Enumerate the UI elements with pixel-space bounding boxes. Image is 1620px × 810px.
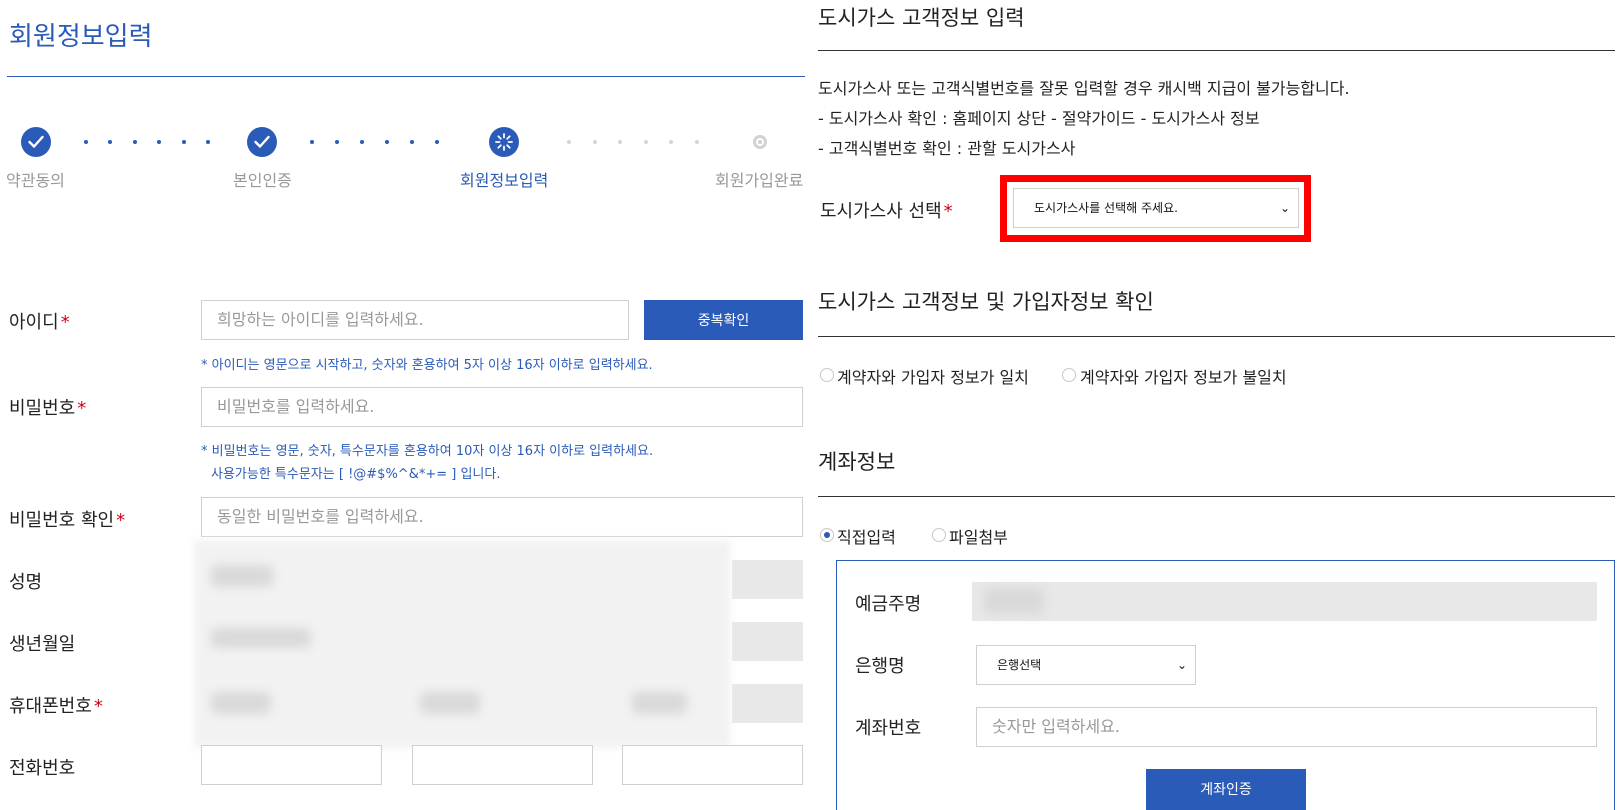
step-connector-dot (182, 140, 186, 144)
step-connector-dot (84, 140, 88, 144)
redacted-mobile-value (211, 692, 271, 714)
account-number-label: 계좌번호 (855, 718, 922, 739)
mobile-field (732, 684, 803, 723)
step-connector-dot (385, 140, 389, 144)
page-title: 회원정보입력 (9, 22, 153, 52)
step-connector-dot (335, 140, 339, 144)
password-hint: * 비밀번호는 영문, 숫자, 특수문자를 혼용하여 10자 이상 16자 이하… (201, 444, 654, 459)
bank-label: 은행명 (855, 656, 905, 677)
radio-info-mismatch-label[interactable]: 계약자와 가입자 정보가 불일치 (1080, 364, 1287, 388)
redacted-mobile-value (420, 692, 480, 714)
phone-input-1[interactable] (201, 745, 382, 785)
step-4-pending-icon (753, 135, 767, 149)
redacted-name-value (211, 565, 273, 587)
user-id-input[interactable]: 희망하는 아이디를 입력하세요. (201, 300, 629, 340)
step-label: 본인인증 (233, 171, 292, 190)
step-connector-dot (669, 140, 673, 144)
name-field (732, 560, 803, 599)
step-connector-dot (133, 140, 137, 144)
radio-direct-input[interactable] (820, 528, 834, 542)
account-section-divider (818, 496, 1615, 497)
radio-info-match[interactable] (820, 368, 834, 382)
chevron-down-icon: ⌄ (1176, 658, 1187, 672)
gas-notice-line: 도시가스사 또는 고객식별번호를 잘못 입력할 경우 캐시백 지급이 불가능합니… (818, 79, 1350, 98)
step-connector-dot (157, 140, 161, 144)
step-connector-dot (206, 140, 210, 144)
phone-label: 전화번호 (9, 758, 76, 779)
step-3-loading-icon (489, 127, 519, 157)
password-confirm-input[interactable]: 동일한 비밀번호를 입력하세요. (201, 497, 803, 537)
step-connector-dot (310, 140, 314, 144)
password-confirm-label: 비밀번호 확인 * (9, 510, 126, 531)
phone-input-3[interactable] (622, 745, 803, 785)
name-label: 성명 (9, 572, 43, 593)
step-1-check-icon (21, 127, 51, 157)
redacted-account-holder (984, 588, 1044, 614)
radio-file-attach[interactable] (932, 528, 946, 542)
gas-company-label: 도시가스사 선택 * (820, 201, 953, 222)
account-verify-button[interactable]: 계좌인증 (1146, 769, 1306, 810)
radio-info-match-label[interactable]: 계약자와 가입자 정보가 일치 (837, 364, 1029, 388)
step-label: 회원가입완료 (715, 171, 804, 190)
redacted-mobile-value (632, 692, 687, 714)
step-connector-dot (593, 140, 597, 144)
radio-info-mismatch[interactable] (1062, 368, 1076, 382)
radio-file-attach-label[interactable]: 파일첨부 (949, 524, 1008, 548)
account-holder-label: 예금주명 (855, 594, 922, 615)
step-connector-dot (695, 140, 699, 144)
verify-section-divider (818, 336, 1615, 337)
bank-select[interactable]: 은행선택 ⌄ (976, 645, 1196, 685)
account-section-title: 계좌정보 (818, 450, 896, 474)
gas-notice-line: - 도시가스사 확인 : 홈페이지 상단 - 절약가이드 - 도시가스사 정보 (818, 109, 1260, 128)
password-hint-special-chars: 사용가능한 특수문자는 [ !@#$%^&*+= ] 입니다. (211, 467, 501, 482)
password-label: 비밀번호 * (9, 398, 87, 419)
chevron-down-icon: ⌄ (1279, 201, 1290, 215)
step-connector-dot (567, 140, 571, 144)
password-input[interactable]: 비밀번호를 입력하세요. (201, 387, 803, 427)
step-connector-dot (618, 140, 622, 144)
step-connector-dot (410, 140, 414, 144)
title-divider (7, 76, 805, 77)
user-id-hint: * 아이디는 영문으로 시작하고, 숫자와 혼용하여 5자 이상 16자 이하로… (201, 358, 653, 373)
step-2-check-icon (247, 127, 277, 157)
gas-section-title: 도시가스 고객정보 입력 (818, 6, 1025, 30)
account-number-input[interactable]: 숫자만 입력하세요. (976, 707, 1597, 747)
gas-company-select[interactable]: 도시가스사를 선택해 주세요. ⌄ (1013, 188, 1299, 228)
account-holder-field (972, 582, 1597, 621)
radio-direct-input-label[interactable]: 직접입력 (837, 524, 896, 548)
gas-section-divider (818, 50, 1615, 51)
step-connector-dot (644, 140, 648, 144)
mobile-label: 휴대폰번호 * (9, 696, 103, 717)
step-connector-dot (360, 140, 364, 144)
gas-notice-line: - 고객식별번호 확인 : 관할 도시가스사 (818, 139, 1076, 158)
step-label-current: 회원정보입력 (460, 171, 549, 190)
duplicate-check-button[interactable]: 중복확인 (644, 300, 803, 340)
birth-label: 생년월일 (9, 634, 76, 655)
phone-input-2[interactable] (412, 745, 593, 785)
step-connector-dot (108, 140, 112, 144)
verify-section-title: 도시가스 고객정보 및 가입자정보 확인 (818, 290, 1154, 314)
step-connector-dot (435, 140, 439, 144)
step-label: 약관동의 (6, 171, 65, 190)
user-id-label: 아이디 * (9, 312, 70, 333)
redacted-birth-value (211, 628, 311, 648)
birth-field (732, 622, 803, 661)
